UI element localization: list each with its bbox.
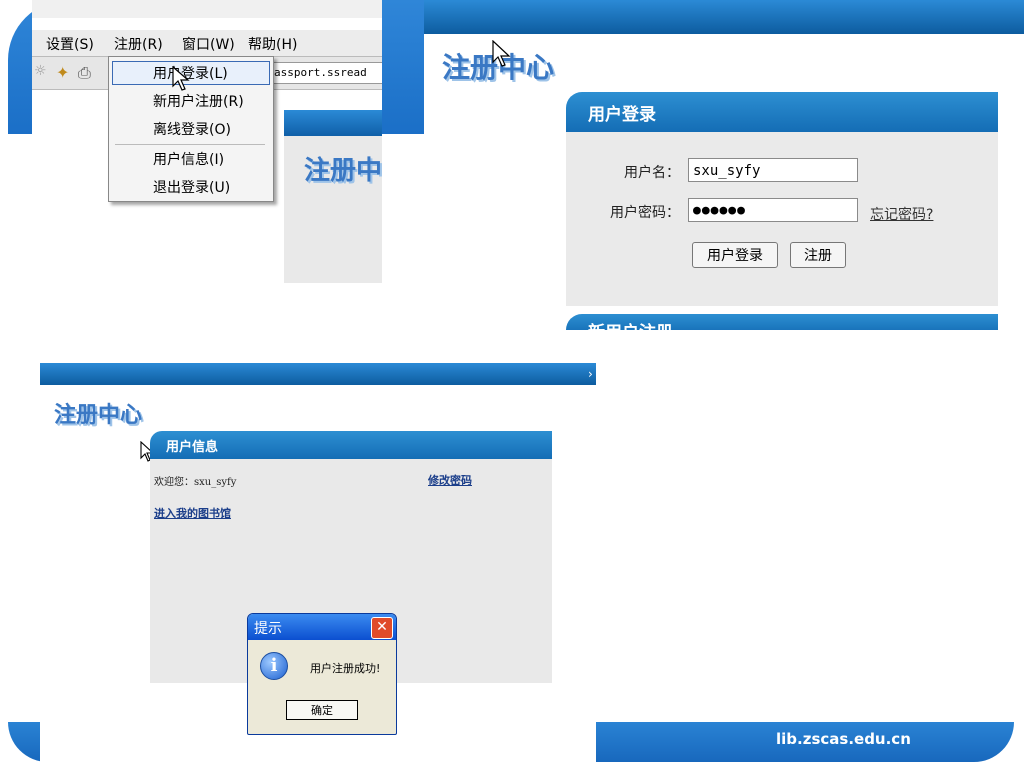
- menu-register[interactable]: 注册(R): [114, 34, 163, 54]
- close-icon[interactable]: ✕: [371, 617, 393, 639]
- menu-item-user-info[interactable]: 用户信息(I): [153, 149, 224, 169]
- menu-item-offline-login[interactable]: 离线登录(O): [153, 119, 231, 139]
- address-bar[interactable]: assport.ssread: [270, 62, 382, 84]
- ok-button[interactable]: 确定: [286, 700, 358, 720]
- new-user-section-header: 新用户注册: [566, 314, 998, 330]
- menu-item-logout[interactable]: 退出登录(U): [153, 177, 230, 197]
- login-screenshot: 注册中心 用户登录 用户名： sxu_syfy 用户密码： ●●●●●● 忘记密…: [424, 0, 1024, 330]
- star-icon[interactable]: ✦: [56, 63, 69, 82]
- window-title-bar: [32, 0, 382, 18]
- change-password-link[interactable]: 修改密码: [428, 472, 472, 488]
- mouse-cursor-icon: [172, 66, 190, 91]
- browser-menu-screenshot: 设置(S) 注册(R) 窗口(W) 帮助(H) ☼ ✦ ⎙ assport.ss…: [32, 0, 382, 283]
- register-button[interactable]: 注册: [790, 242, 846, 268]
- enter-my-library-link[interactable]: 进入我的图书馆: [154, 505, 231, 521]
- page-top-bar: [424, 0, 1024, 34]
- user-info-section-title: 用户信息: [166, 440, 219, 455]
- page-top-bar: [40, 363, 596, 385]
- username-input[interactable]: sxu_syfy: [688, 158, 858, 182]
- forgot-password-link[interactable]: 忘记密码?: [870, 204, 933, 224]
- password-label: 用户密码：: [610, 205, 680, 221]
- welcome-text: 欢迎您：sxu_syfy: [154, 477, 237, 488]
- dialog-title: 提示: [254, 621, 282, 637]
- menu-separator: [115, 144, 265, 145]
- menu-item-new-user-register[interactable]: 新用户注册(R): [153, 91, 244, 111]
- scroll-arrow-icon[interactable]: ›: [588, 367, 596, 381]
- user-info-screenshot: › 注册中心 用户信息 欢迎您：sxu_syfy 修改密码 进入我的图书馆 提示…: [40, 363, 596, 763]
- inner-page-header: [284, 110, 382, 136]
- info-icon: i: [260, 652, 288, 680]
- menu-settings[interactable]: 设置(S): [46, 34, 94, 54]
- footer-url: lib.zscas.edu.cn: [776, 730, 911, 748]
- menu-bar: 设置(S) 注册(R) 窗口(W) 帮助(H): [32, 30, 382, 56]
- dialog-title-bar: 提示 ✕: [248, 614, 396, 640]
- login-section-title: 用户登录: [588, 105, 656, 125]
- menu-window[interactable]: 窗口(W): [182, 34, 235, 54]
- user-info-section-header: 用户信息: [150, 431, 552, 459]
- info-dialog: 提示 ✕ i 用户注册成功! 确定: [247, 613, 397, 735]
- password-input[interactable]: ●●●●●●: [688, 198, 858, 222]
- menu-item-user-login[interactable]: 用户登录(L): [153, 63, 228, 83]
- username-label: 用户名：: [624, 165, 680, 181]
- print-icon[interactable]: ⎙: [78, 63, 91, 83]
- toolbar-icon[interactable]: ☼: [34, 63, 47, 79]
- register-dropdown-menu: 用户登录(L) 新用户注册(R) 离线登录(O) 用户信息(I) 退出登录(U): [108, 56, 274, 202]
- login-form: 用户名： sxu_syfy 用户密码： ●●●●●● 忘记密码? 用户登录 注册: [566, 132, 998, 306]
- dialog-message: 用户注册成功!: [310, 662, 381, 675]
- login-section-header: 用户登录: [566, 92, 998, 132]
- login-button[interactable]: 用户登录: [692, 242, 778, 268]
- mouse-cursor-icon: [492, 40, 511, 67]
- menu-help[interactable]: 帮助(H): [248, 34, 297, 54]
- inner-page-logo: 注册中: [304, 156, 382, 186]
- new-user-section-title: 新用户注册: [588, 318, 673, 330]
- registration-center-logo: 注册中心: [54, 402, 143, 428]
